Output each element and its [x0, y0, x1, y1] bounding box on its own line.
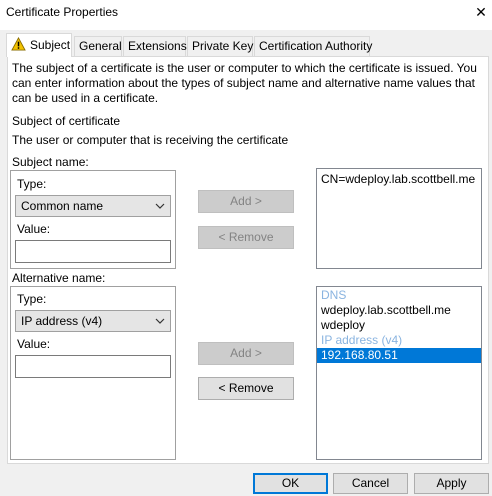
- tab-label: Extensions: [128, 39, 187, 53]
- alternative-type-select[interactable]: IP address (v4): [15, 310, 171, 332]
- list-item[interactable]: wdeploy.lab.scottbell.me: [317, 303, 481, 318]
- subject-type-value: Common name: [21, 199, 104, 213]
- subject-remove-button[interactable]: < Remove: [198, 226, 294, 249]
- close-icon[interactable]: ✕: [472, 2, 490, 22]
- list-item[interactable]: wdeploy: [317, 318, 481, 333]
- alternative-name-list[interactable]: DNS wdeploy.lab.scottbell.me wdeploy IP …: [316, 286, 482, 460]
- subject-name-label: Subject name:: [12, 155, 89, 169]
- tab-private-key[interactable]: Private Key: [187, 36, 253, 56]
- subject-add-button[interactable]: Add >: [198, 190, 294, 213]
- chevron-down-icon: [155, 203, 165, 209]
- alternative-name-label: Alternative name:: [12, 271, 106, 285]
- tab-general[interactable]: General: [74, 36, 122, 56]
- alternative-type-label: Type:: [17, 292, 47, 306]
- list-header-ip-address: IP address (v4): [321, 333, 403, 347]
- warning-icon: [11, 37, 26, 51]
- tab-label: Subject: [30, 38, 71, 52]
- subject-type-select[interactable]: Common name: [15, 195, 171, 217]
- list-item[interactable]: CN=wdeploy.lab.scottbell.me: [317, 172, 481, 187]
- window-title: Certificate Properties: [6, 5, 119, 19]
- subject-value-label: Value:: [17, 222, 51, 236]
- intro-text-line-1: The subject of a certificate is the user…: [12, 61, 477, 75]
- list-header-dns: DNS: [321, 288, 347, 302]
- subject-heading: Subject of certificate: [12, 114, 121, 128]
- apply-button[interactable]: Apply: [414, 473, 489, 494]
- alternative-add-button[interactable]: Add >: [198, 342, 294, 365]
- subject-value-input[interactable]: [15, 240, 171, 263]
- alternative-value-label: Value:: [17, 337, 51, 351]
- cancel-button[interactable]: Cancel: [333, 473, 408, 494]
- tab-label: Certification Authority: [259, 39, 373, 53]
- list-item-selected[interactable]: 192.168.80.51: [317, 348, 481, 363]
- subject-description: The user or computer that is receiving t…: [12, 133, 289, 147]
- ok-button[interactable]: OK: [253, 473, 328, 494]
- subject-name-list[interactable]: CN=wdeploy.lab.scottbell.me: [316, 168, 482, 269]
- tab-extensions[interactable]: Extensions: [123, 36, 187, 56]
- subject-type-label: Type:: [17, 177, 47, 191]
- alternative-type-value: IP address (v4): [21, 314, 103, 328]
- tab-certification-authority[interactable]: Certification Authority: [254, 36, 373, 56]
- tab-subject[interactable]: Subject: [6, 33, 72, 57]
- tab-label: General: [79, 39, 122, 53]
- alternative-remove-button[interactable]: < Remove: [198, 377, 294, 400]
- chevron-down-icon: [155, 318, 165, 324]
- tab-label: Private Key: [192, 39, 254, 53]
- intro-text-line-3: can be used in a certificate.: [12, 91, 159, 105]
- intro-text-line-2: can enter information about the types of…: [12, 76, 475, 90]
- alternative-value-input[interactable]: [15, 355, 171, 378]
